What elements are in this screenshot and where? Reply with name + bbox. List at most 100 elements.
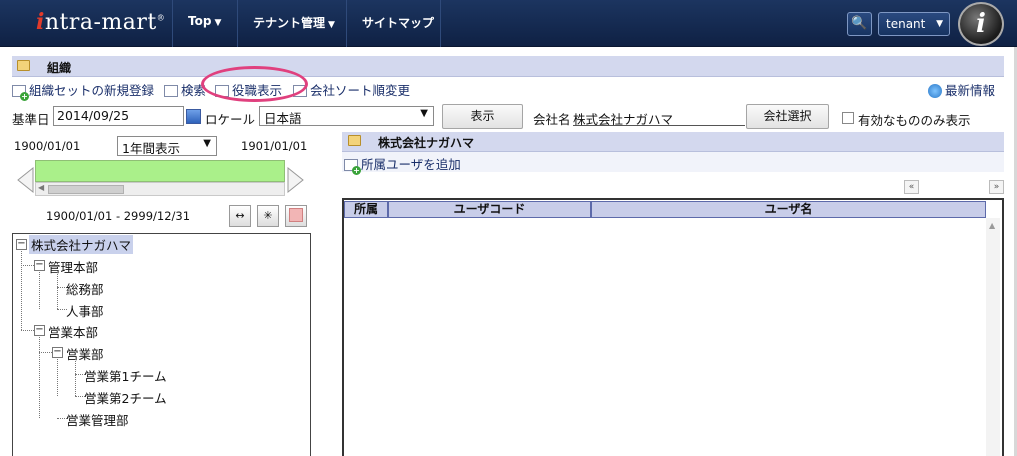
new-org-set-label: 組織セットの新規登録	[29, 83, 155, 98]
timeline-range: 1900/01/01 - 2999/12/31	[46, 209, 191, 223]
company-panel-title-text: 株式会社ナガハマ	[378, 136, 475, 150]
page-icon	[293, 85, 307, 97]
add-member-user-button[interactable]: 所属ユーザを追加	[344, 154, 461, 175]
tree-node-admin-hq[interactable]: 管理本部	[48, 257, 98, 276]
tree-node-sales-team2[interactable]: 営業第2チーム	[84, 388, 167, 407]
tree-connector	[21, 251, 22, 330]
collapse-icon[interactable]: −	[52, 347, 63, 358]
add-page-icon	[344, 159, 361, 175]
company-panel-toolbar: 所属ユーザを追加	[342, 152, 1004, 175]
user-avatar[interactable]: i	[958, 2, 1004, 46]
tree-node-sales-team1[interactable]: 営業第1チーム	[84, 366, 167, 385]
company-name-underline	[573, 125, 745, 126]
calendar-icon[interactable]	[186, 109, 201, 124]
logo-prefix: i	[36, 9, 45, 35]
tree-node-sales-dept[interactable]: 営業部	[66, 344, 104, 363]
tree-connector	[39, 272, 40, 309]
add-page-icon	[12, 85, 29, 101]
new-org-set-button[interactable]: 組織セットの新規登録	[12, 80, 155, 101]
collapse-icon[interactable]: −	[34, 325, 45, 336]
page-icon	[215, 85, 229, 97]
logo-text: ntra-mart	[44, 10, 157, 35]
collapse-icon[interactable]: −	[16, 239, 27, 250]
timeline-end: 1901/01/01	[241, 139, 308, 153]
valid-only-label: 有効なもののみ表示	[858, 113, 971, 128]
grid-scrollbar[interactable]: ▲	[986, 218, 1000, 456]
folder-icon	[348, 135, 361, 146]
registered-mark: ®	[156, 13, 166, 23]
company-sort-button[interactable]: 会社ソート順変更	[293, 80, 410, 99]
nav-separator	[172, 0, 173, 47]
nav-tenant-admin[interactable]: テナント管理 ▼	[253, 14, 335, 31]
display-button[interactable]: 表示	[442, 104, 523, 129]
period-selected-value: 1年間表示	[122, 141, 180, 156]
timeline-range-bar[interactable]	[35, 160, 285, 182]
timeline-prev-icon[interactable]	[16, 167, 34, 193]
role-display-label: 役職表示	[232, 83, 283, 98]
scroll-up-icon[interactable]: ▲	[989, 221, 995, 230]
tree-connector	[21, 330, 34, 331]
fit-icon[interactable]: ✳	[257, 205, 279, 227]
company-name-label: 会社名	[533, 112, 571, 127]
tree-node-general-affairs[interactable]: 総務部	[66, 279, 104, 298]
nav-top[interactable]: Top ▼	[188, 14, 221, 28]
tree-node-root[interactable]: 株式会社ナガハマ	[29, 235, 134, 254]
company-select-button[interactable]: 会社選択	[746, 104, 829, 129]
company-panel-title: 株式会社ナガハマ	[342, 132, 1004, 152]
tree-connector	[21, 265, 34, 266]
page-icon	[164, 85, 178, 97]
nav-separator	[237, 0, 238, 47]
pager-first-icon[interactable]: «	[904, 180, 919, 194]
latest-info-button[interactable]: 最新情報	[928, 80, 995, 99]
locale-selected-value: 日本語	[264, 111, 302, 126]
column-header-user-name[interactable]: ユーザ名	[591, 201, 986, 218]
intra-mart-logo[interactable]: intra-mart®	[36, 9, 165, 35]
timeline-scrollbar[interactable]: ◀	[35, 182, 285, 196]
tree-connector	[39, 337, 40, 418]
tree-node-sales-mgmt[interactable]: 営業管理部	[66, 410, 129, 429]
tree-connector	[75, 359, 76, 396]
org-tree: − 株式会社ナガハマ − 管理本部 総務部 人事部 − 営業本部 − 営業部 営…	[12, 233, 311, 456]
pager-last-icon[interactable]: »	[989, 180, 1004, 194]
base-date-label: 基準日	[12, 112, 50, 127]
locale-label: ロケール	[205, 112, 256, 127]
nav-sitemap[interactable]: サイトマップ	[362, 14, 434, 31]
folder-icon	[17, 60, 30, 71]
tenant-menu[interactable]: tenant ▼	[878, 12, 950, 36]
valid-only-checkbox[interactable]	[842, 112, 854, 124]
role-display-button[interactable]: 役職表示	[215, 80, 282, 99]
timeline-scroll-thumb[interactable]	[48, 185, 124, 194]
scroll-left-icon[interactable]: ◀	[38, 183, 44, 192]
toolbar: 組織セットの新規登録 検索 役職表示 会社ソート順変更 最新情報	[12, 79, 1004, 101]
column-header-user-code[interactable]: ユーザコード	[388, 201, 591, 218]
search-button[interactable]: 検索	[164, 80, 206, 99]
base-date-input[interactable]: 2014/09/25	[53, 106, 184, 126]
latest-info-label: 最新情報	[945, 83, 996, 98]
search-icon[interactable]: 🔍	[847, 12, 872, 36]
disabled-action-icon[interactable]	[285, 205, 307, 227]
period-select[interactable]: 1年間表示 ▼	[117, 136, 217, 156]
tenant-label: tenant	[886, 17, 926, 31]
column-header-affiliation[interactable]: 所属	[344, 201, 388, 218]
locale-select[interactable]: 日本語 ▼	[259, 106, 434, 126]
chevron-down-icon: ▼	[328, 20, 335, 30]
nav-top-label: Top	[188, 14, 212, 28]
search-label: 検索	[181, 83, 207, 98]
tree-node-sales-hq[interactable]: 営業本部	[48, 322, 98, 341]
timeline-start: 1900/01/01	[14, 139, 81, 153]
chevron-down-icon: ▼	[936, 19, 943, 29]
member-user-grid: 所属 ユーザコード ユーザ名 ▲	[342, 198, 1004, 456]
tree-node-hr[interactable]: 人事部	[66, 301, 104, 320]
tree-connector	[57, 359, 58, 396]
chevron-down-icon: ▼	[214, 18, 222, 28]
chevron-down-icon: ▼	[420, 108, 428, 119]
nav-separator	[346, 0, 347, 47]
company-sort-label: 会社ソート順変更	[310, 83, 411, 98]
nav-tenant-admin-label: テナント管理	[253, 16, 326, 30]
timeline-next-icon[interactable]	[287, 167, 305, 193]
tree-connector	[57, 272, 58, 309]
nav-sitemap-label: サイトマップ	[362, 16, 435, 30]
expand-width-icon[interactable]: ↔	[229, 205, 251, 227]
collapse-icon[interactable]: −	[34, 260, 45, 271]
chevron-down-icon: ▼	[203, 138, 211, 149]
